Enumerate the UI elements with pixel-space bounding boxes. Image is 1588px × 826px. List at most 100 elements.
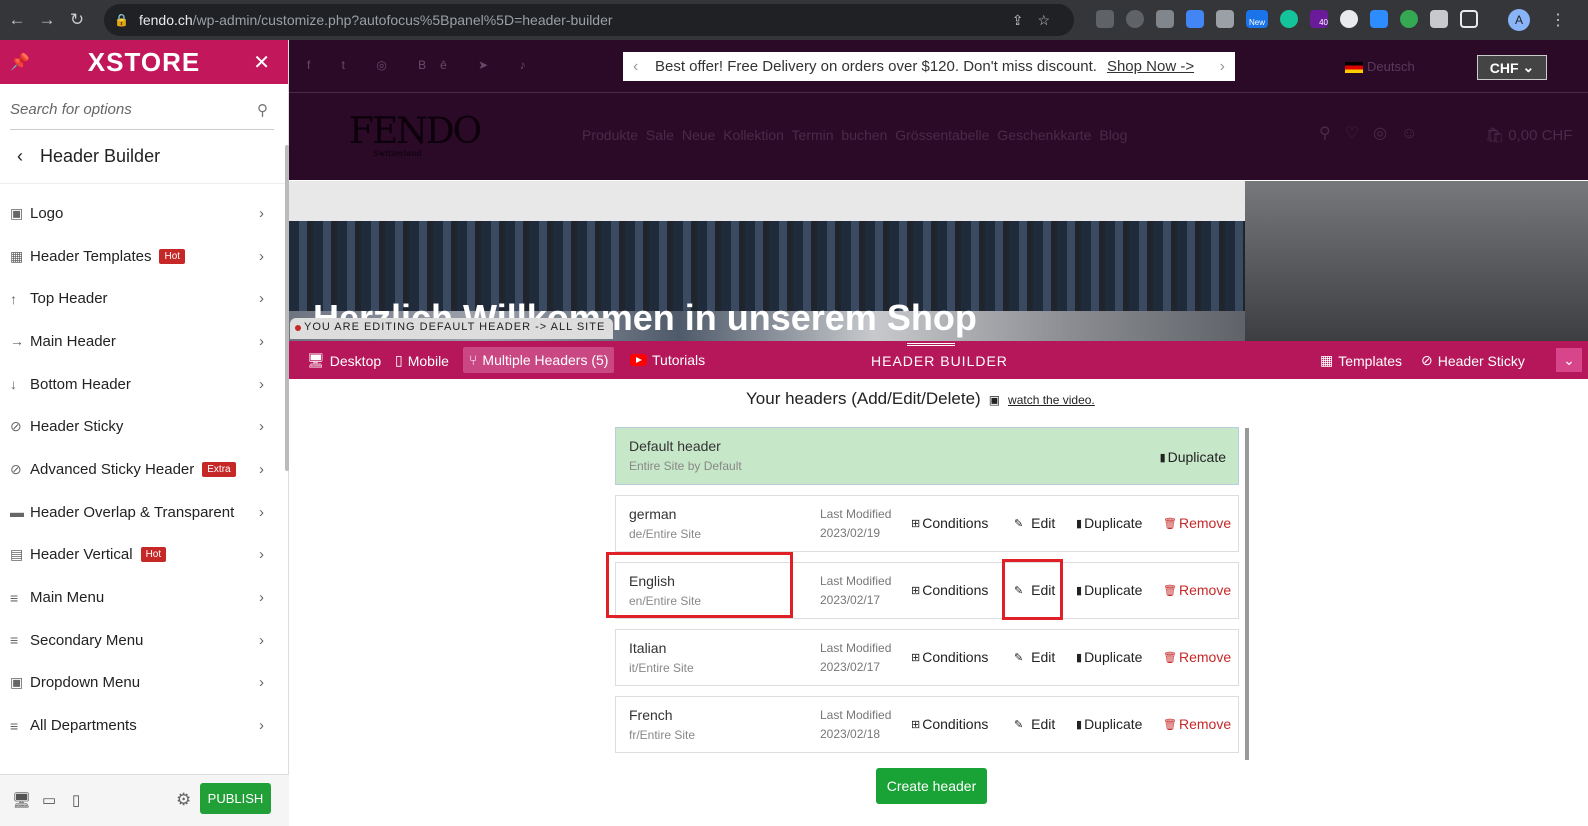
address-bar[interactable]: 🔒 fendo.ch /wp-admin/customize.php?autof… bbox=[104, 4, 1074, 36]
last-modified-label: Last Modified bbox=[820, 708, 892, 722]
language-switcher[interactable]: Deutsch bbox=[1345, 59, 1415, 74]
last-modified: Last Modified 2023/02/18 bbox=[820, 706, 891, 744]
cart-total-text: 0,00 CHF bbox=[1508, 127, 1573, 144]
list-scrollbar[interactable] bbox=[1245, 428, 1249, 760]
panel-items: ▣ Logo › ▦ Header Templates Hot › ↑ Top Header… bbox=[0, 184, 288, 747]
grammarly-icon[interactable] bbox=[1280, 10, 1298, 28]
forward-arrow-icon[interactable]: → bbox=[32, 10, 62, 30]
duplicate-button[interactable]: ▮ Duplicate bbox=[1076, 515, 1142, 531]
search-options-input[interactable]: Search for options ⚲ bbox=[10, 90, 274, 130]
panel-item-secondary-menu[interactable]: ≡ Secondary Menu › bbox=[0, 619, 288, 662]
shop-now-link[interactable]: Shop Now -> bbox=[1107, 58, 1194, 75]
swirl-icon[interactable] bbox=[1340, 10, 1358, 28]
chevron-left-icon[interactable]: ‹ bbox=[633, 58, 655, 76]
site-logo[interactable]: FENDO Switzerland bbox=[349, 111, 482, 158]
edit-button[interactable]: ✎ Edit bbox=[1014, 515, 1055, 531]
menu-icon: ≡ bbox=[10, 589, 19, 606]
remove-label: Remove bbox=[1178, 582, 1232, 598]
duplicate-button[interactable]: ▮ Duplicate bbox=[1076, 582, 1142, 598]
chevron-down-icon[interactable]: ⌄ bbox=[1556, 348, 1582, 372]
video-icon: ▣ bbox=[988, 393, 1001, 407]
new-extension-icon[interactable]: New bbox=[1246, 10, 1268, 28]
tab-desktop[interactable]: 🖥 Desktop bbox=[307, 352, 381, 369]
conditions-button[interactable]: ⊞ Conditions bbox=[911, 649, 988, 665]
sidebar-icon: ▤ bbox=[10, 546, 24, 563]
header-scope: de/Entire Site bbox=[629, 527, 702, 541]
tab-mobile[interactable]: ▯ Mobile bbox=[395, 352, 449, 369]
cast-icon[interactable] bbox=[1156, 10, 1174, 28]
templates-button[interactable]: ▦ Templates bbox=[1320, 352, 1402, 369]
more-icon[interactable]: ⋮ bbox=[1550, 10, 1566, 30]
vpn-icon[interactable] bbox=[1400, 10, 1418, 28]
remove-button[interactable]: 🗑 Remove bbox=[1163, 716, 1231, 732]
language-label: Deutsch bbox=[1367, 59, 1415, 74]
duplicate-button[interactable]: ▮ Duplicate bbox=[1076, 716, 1142, 732]
panel-item-logo[interactable]: ▣ Logo › bbox=[0, 192, 288, 235]
item-label: Logo bbox=[30, 204, 64, 222]
create-header-button[interactable]: Create header bbox=[876, 768, 987, 804]
tab-tutorials[interactable]: Tutorials bbox=[630, 352, 705, 368]
drag-handle-icon[interactable] bbox=[907, 343, 955, 346]
conditions-button[interactable]: ⊞ Conditions bbox=[911, 716, 988, 732]
panel-header: 📌 XSTORE ✕ bbox=[0, 40, 288, 84]
zoom-icon[interactable] bbox=[1370, 10, 1388, 28]
close-icon[interactable]: ✕ bbox=[253, 50, 270, 75]
desktop-preview-icon[interactable]: 🖥 bbox=[12, 791, 31, 809]
puzzle-icon[interactable] bbox=[1430, 10, 1448, 28]
back-chevron-icon[interactable]: ‹ bbox=[0, 146, 40, 167]
chevron-right-icon[interactable]: › bbox=[1220, 58, 1225, 76]
panel-item-advanced-sticky[interactable]: ⊘ Advanced Sticky Header Extra › bbox=[0, 448, 288, 491]
edit-button[interactable]: ✎ Edit bbox=[1014, 649, 1055, 665]
remove-button[interactable]: 🗑 Remove bbox=[1163, 649, 1231, 665]
tab-desktop-label: Desktop bbox=[329, 352, 382, 369]
conditions-label: Conditions bbox=[922, 582, 989, 598]
panel-item-top-header[interactable]: ↑ Top Header › bbox=[0, 277, 288, 320]
header-scope: fr/Entire Site bbox=[629, 728, 696, 742]
edit-button[interactable]: ✎ Edit bbox=[1014, 716, 1055, 732]
currency-select[interactable]: CHF ⌄ bbox=[1477, 55, 1547, 80]
gear-icon[interactable]: ⚙ bbox=[176, 790, 191, 810]
panel-item-bottom-header[interactable]: ↓ Bottom Header › bbox=[0, 363, 288, 406]
conditions-icon: ⊞ bbox=[911, 651, 921, 664]
pin-icon[interactable]: 📌 bbox=[10, 52, 30, 72]
camera-icon[interactable] bbox=[1216, 10, 1234, 28]
cart-total[interactable]: 🛍 0,00 CHF bbox=[1485, 126, 1572, 144]
publish-button[interactable]: PUBLISH bbox=[200, 783, 271, 814]
panel-item-main-header[interactable]: → Main Header › bbox=[0, 320, 288, 363]
globe-icon[interactable] bbox=[1126, 10, 1144, 28]
remove-button[interactable]: 🗑 Remove bbox=[1163, 582, 1231, 598]
chevron-right-icon: › bbox=[259, 589, 264, 607]
conditions-button[interactable]: ⊞ Conditions bbox=[911, 515, 988, 531]
panel-item-header-templates[interactable]: ▦ Header Templates Hot › bbox=[0, 235, 288, 278]
social-icons[interactable]: f t ◎ Bē ➤ ♪ bbox=[307, 58, 540, 72]
conditions-button[interactable]: ⊞ Conditions bbox=[911, 582, 988, 598]
share-star-icons[interactable]: ⇪☆ bbox=[1012, 12, 1064, 29]
back-arrow-icon[interactable]: ← bbox=[2, 10, 32, 30]
item-label: Advanced Sticky Header bbox=[30, 460, 195, 478]
profile-avatar[interactable]: A bbox=[1508, 9, 1530, 31]
panel-item-header-overlap[interactable]: ▬ Header Overlap & Transparent › bbox=[0, 491, 288, 534]
header-icons[interactable]: ⚲♡◎☺ bbox=[1319, 123, 1431, 143]
tablet-preview-icon[interactable]: ▭ bbox=[42, 791, 56, 809]
panel-item-main-menu[interactable]: ≡ Main Menu › bbox=[0, 576, 288, 619]
reload-icon[interactable]: ↻ bbox=[62, 10, 92, 30]
duplicate-button[interactable]: ▮ Duplicate bbox=[1076, 649, 1142, 665]
remove-button[interactable]: 🗑 Remove bbox=[1163, 515, 1231, 531]
translate-icon[interactable] bbox=[1186, 10, 1204, 28]
header-row-german: german de/Entire Site Last Modified 2023/… bbox=[615, 495, 1239, 552]
watch-video-link[interactable]: watch the video. bbox=[1008, 393, 1095, 407]
panel-item-header-sticky[interactable]: ⊘ Header Sticky › bbox=[0, 405, 288, 448]
last-modified-date: 2023/02/17 bbox=[820, 593, 881, 607]
panel-item-dropdown-menu[interactable]: ▣ Dropdown Menu › bbox=[0, 662, 288, 705]
site-main-menu[interactable]: Produkte Sale Neue Kollektion Termin buc… bbox=[582, 127, 1127, 143]
mobile-preview-icon[interactable]: ▯ bbox=[72, 791, 80, 809]
panel-item-header-vertical[interactable]: ▤ Header Vertical Hot › bbox=[0, 534, 288, 577]
duplicate-button[interactable]: ▮ Duplicate bbox=[1160, 449, 1226, 465]
purple-extension-icon[interactable]: 40 bbox=[1310, 10, 1328, 28]
recycle-icon[interactable] bbox=[1096, 10, 1114, 28]
tab-multiple-headers[interactable]: ⑂ Multiple Headers (5) bbox=[463, 347, 615, 373]
header-sticky-button[interactable]: ⊘ Header Sticky bbox=[1421, 352, 1525, 369]
panel-item-all-departments[interactable]: ≡ All Departments › bbox=[0, 704, 288, 747]
trash-icon: 🗑 bbox=[1163, 718, 1177, 731]
sidepanel-icon[interactable] bbox=[1460, 10, 1478, 28]
